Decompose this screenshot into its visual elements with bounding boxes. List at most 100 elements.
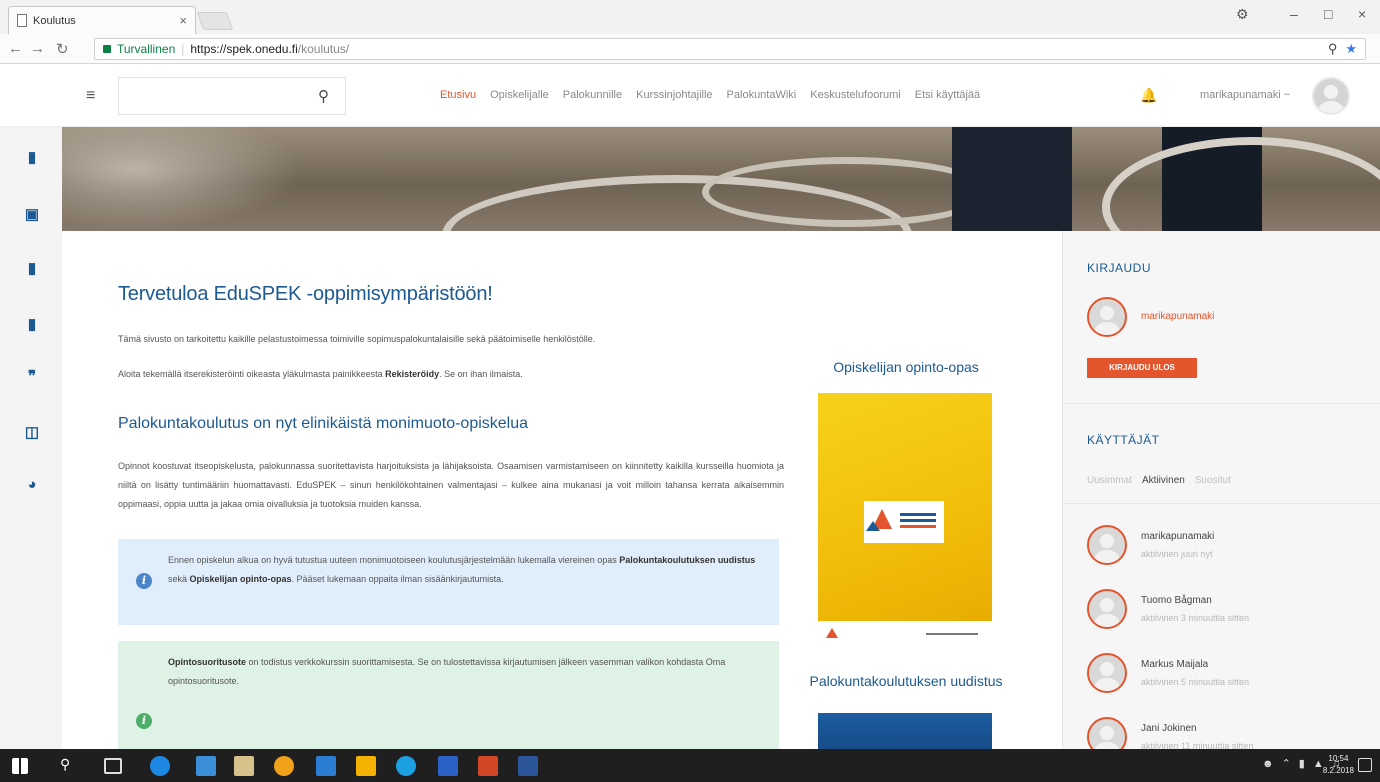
url-path: /koulutus/ [297, 42, 350, 56]
avatar[interactable] [1312, 77, 1350, 115]
page-icon [17, 14, 27, 27]
user-name[interactable]: Tuomo Bågman [1141, 595, 1212, 606]
intro-text: Tämä sivusto on tarkoitettu kaikille pel… [118, 334, 596, 344]
chrome-icon[interactable] [274, 756, 294, 776]
store-icon[interactable] [234, 756, 254, 776]
user-status: aktiivinen juuri nyt [1141, 549, 1213, 559]
promo-title-uudistus[interactable]: Palokuntakoulutuksen uudistus [786, 673, 1026, 689]
clock-date: 8.2.2018 [1322, 766, 1354, 775]
outlook-icon[interactable] [316, 756, 336, 776]
user-name[interactable]: Markus Maijala [1141, 659, 1208, 670]
notification-center-icon[interactable] [1358, 758, 1372, 772]
nav-opiskelijalle[interactable]: Opiskelijalle [490, 89, 549, 101]
url-host: https://spek.onedu.fi [190, 42, 298, 56]
register-text: Aloita tekemällä itserekisteröinti oikea… [118, 365, 784, 384]
institution-icon[interactable]: ▣ [24, 207, 40, 223]
register-text-post: . Se on ihan ilmaista. [439, 369, 523, 379]
user-name[interactable]: Jani Jokinen [1141, 723, 1197, 734]
section-heading: Palokuntakoulutus on nyt elinikäistä mon… [118, 415, 529, 432]
login-username[interactable]: marikapunamaki [1141, 311, 1214, 322]
document-icon[interactable]: ▮ [24, 261, 40, 277]
info-icon: i [136, 713, 152, 729]
browser-tab[interactable]: Koulutus × [8, 6, 196, 34]
body-text: Opinnot koostuvat itseopiskelusta, palok… [118, 461, 784, 509]
search-icon[interactable]: ⚲ [318, 87, 329, 105]
people-icon[interactable]: ☻ [1262, 758, 1274, 770]
search-icon[interactable]: ⚲ [60, 756, 70, 773]
nav-etusivu[interactable]: Etusivu [440, 89, 476, 101]
info-box: i Ennen opiskelun alkua on hyvä tutustua… [118, 539, 779, 625]
avatar[interactable] [1087, 589, 1127, 629]
profile-icon[interactable]: ⚙ [1236, 6, 1249, 23]
address-bar: ← → ↻ Turvallinen | https://spek.onedu.f… [0, 34, 1380, 64]
user-menu[interactable]: marikapunamaki ~ [1200, 89, 1290, 101]
info-link-uudistus: Palokuntakoulutuksen uudistus [619, 555, 756, 565]
tab-uusimmat[interactable]: Uusimmat [1087, 475, 1132, 486]
info-box-green: i Opintosuoritusote on todistus verkkoku… [118, 641, 779, 749]
back-icon[interactable]: ← [8, 40, 23, 57]
nav-palokuntawiki[interactable]: PalokuntaWiki [727, 89, 797, 101]
quote-icon[interactable]: ❞ [24, 369, 40, 385]
maximize-icon[interactable]: □ [1324, 6, 1332, 22]
main-content: Tervetuloa EduSPEK -oppimisympäristöön! … [62, 231, 1062, 753]
tab-close-icon[interactable]: × [179, 13, 187, 28]
document-icon[interactable]: ▮ [24, 150, 40, 166]
clock[interactable]: 10:54 8.2.2018 [1323, 753, 1354, 777]
avatar [1087, 297, 1127, 337]
nav-kurssinjohtajille[interactable]: Kurssinjohtajille [636, 89, 712, 101]
windows-start-icon[interactable] [12, 758, 28, 774]
minimize-icon[interactable]: – [1290, 6, 1298, 22]
sticky-notes-icon[interactable] [356, 756, 376, 776]
hero-banner [62, 127, 1380, 231]
browser-tabstrip: Koulutus × ⚙ – □ × [0, 0, 1380, 34]
nav-etsi-kayttajaa[interactable]: Etsi käyttäjää [915, 89, 980, 101]
dashboard-icon[interactable]: ◕ [24, 477, 40, 493]
file-text-icon[interactable]: ◫ [24, 425, 40, 441]
divider [1063, 503, 1380, 504]
users-heading: KÄYTTÄJÄT [1087, 433, 1160, 447]
skype-icon[interactable] [396, 756, 416, 776]
close-window-icon[interactable]: × [1358, 6, 1366, 22]
login-heading: KIRJAUDU [1087, 261, 1152, 275]
menu-icon[interactable]: ≡ [86, 87, 95, 105]
powerpoint-icon[interactable] [478, 756, 498, 776]
info-icon: i [136, 573, 152, 589]
document-icon[interactable]: ▮ [24, 317, 40, 333]
zoom-icon[interactable]: ⚲ [1328, 41, 1338, 57]
tab-aktiivinen[interactable]: Aktiivinen [1142, 475, 1185, 486]
promo-title-opas[interactable]: Opiskelijan opinto-opas [786, 359, 1026, 375]
word-icon[interactable] [518, 756, 538, 776]
reload-icon[interactable]: ↻ [56, 40, 69, 58]
task-view-icon[interactable] [104, 758, 122, 774]
search-input[interactable]: ⚲ [118, 77, 346, 115]
new-tab-button[interactable] [196, 12, 234, 30]
opas-cover-image[interactable] [818, 393, 992, 647]
edge-icon[interactable] [150, 756, 170, 776]
tray-chevron-icon[interactable]: ⌃ [1282, 757, 1291, 770]
avatar[interactable] [1087, 525, 1127, 565]
url-input[interactable]: Turvallinen | https://spek.onedu.fi/koul… [94, 38, 1366, 60]
mail-icon[interactable] [438, 756, 458, 776]
logout-button[interactable]: KIRJAUDU ULOS [1087, 358, 1197, 378]
info2-text: on todistus verkkokurssin suorittamisest… [168, 657, 726, 686]
notification-bell-icon[interactable]: 🔔 [1140, 87, 1157, 104]
uudistus-cover-image[interactable] [818, 713, 992, 753]
nav-palokunnille[interactable]: Palokunnille [563, 89, 622, 101]
forward-icon[interactable]: → [30, 40, 45, 57]
lock-icon [103, 45, 111, 53]
info2-bold: Opintosuoritusote [168, 657, 246, 667]
divider [1063, 403, 1380, 404]
battery-icon[interactable]: ▮ [1299, 757, 1305, 770]
os-taskbar: ⚲ ☻ ⌃ ▮ ▲ ♫ 10:54 8.2.2018 [0, 749, 1380, 782]
register-link[interactable]: Rekisteröidy [385, 369, 439, 379]
info-text: Ennen opiskelun alkua on hyvä tutustua u… [168, 555, 620, 565]
users-tabs: Uusimmat Aktiivinen Suositut [1087, 475, 1231, 486]
tab-suositut[interactable]: Suositut [1195, 475, 1231, 486]
bookmark-star-icon[interactable]: ★ [1345, 41, 1357, 57]
right-sidebar: KIRJAUDU marikapunamaki KIRJAUDU ULOS KÄ… [1062, 231, 1380, 757]
user-name[interactable]: marikapunamaki [1141, 531, 1214, 542]
info-link-opas: Opiskelijan opinto-opas [189, 574, 292, 584]
nav-keskustelufoorumi[interactable]: Keskustelufoorumi [810, 89, 901, 101]
avatar[interactable] [1087, 653, 1127, 693]
desktop-icon[interactable] [196, 756, 216, 776]
